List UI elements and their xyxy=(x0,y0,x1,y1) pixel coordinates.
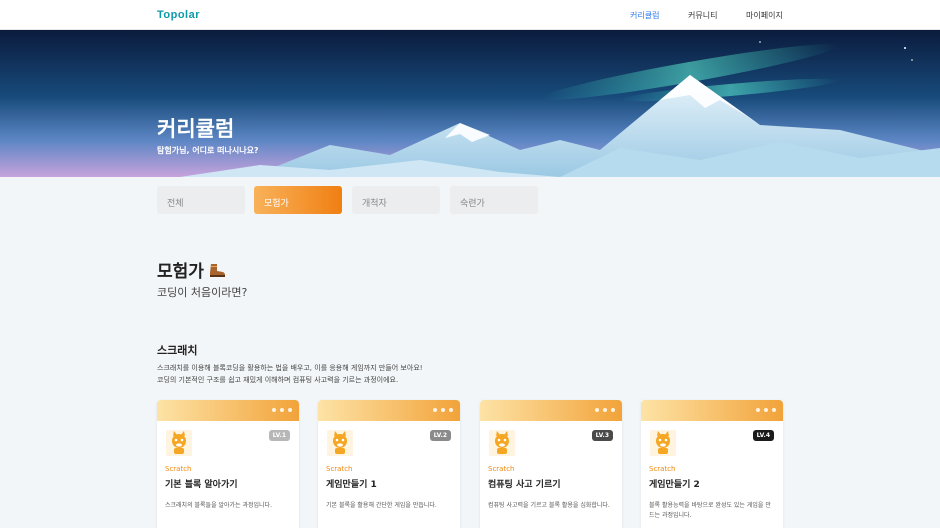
tab-pioneer[interactable]: 개척자 xyxy=(352,186,440,214)
nav-item-mypage[interactable]: 마이페이지 xyxy=(746,10,783,21)
course-desc-line-2: 코딩의 기본적인 구조를 쉽고 재밌게 이해하며 컴퓨팅 사고력을 기르는 과정… xyxy=(157,376,399,384)
card-header xyxy=(641,400,783,421)
tab-expert[interactable]: 숙련가 xyxy=(450,186,538,214)
card-category: Scratch xyxy=(165,465,192,473)
nav-item-community[interactable]: 커뮤니티 xyxy=(688,10,717,21)
dots-icon xyxy=(595,408,615,412)
logo[interactable]: Topolar xyxy=(157,9,200,21)
nav-item-curriculum[interactable]: 커리큘럼 xyxy=(630,10,659,21)
course-card-1[interactable]: LV.1 Scratch 기본 블록 알아가기 스크래치의 블록들을 알아가는 … xyxy=(157,400,299,528)
section-title-text: 모험가 xyxy=(157,262,204,282)
card-desc: 기본 블록을 활용해 간단한 게임을 만듭니다. xyxy=(326,502,437,509)
card-desc: 스크래치의 블록들을 알아가는 과정입니다. xyxy=(165,502,272,509)
level-badge: LV.2 xyxy=(429,430,451,441)
card-title: 게임만들기 2 xyxy=(649,480,700,490)
hero-mountain-illustration xyxy=(0,30,940,177)
section-subtitle: 코딩이 처음이라면? xyxy=(157,286,248,299)
scratch-cat-icon xyxy=(327,430,353,456)
card-desc: 컴퓨팅 사고력을 기르고 블록 활용을 심화합니다. xyxy=(488,502,610,509)
tab-all[interactable]: 전체 xyxy=(157,186,245,214)
tab-adventurer[interactable]: 모험가 xyxy=(254,186,342,214)
card-category: Scratch xyxy=(649,465,676,473)
level-badge: LV.3 xyxy=(591,430,613,441)
boot-icon xyxy=(208,263,226,283)
card-header xyxy=(157,400,299,421)
card-title: 컴퓨팅 사고 기르기 xyxy=(488,480,561,490)
hero-subtitle: 탐험가님, 어디로 떠나시나요? xyxy=(157,146,259,155)
course-title: 스크래치 xyxy=(157,344,198,357)
course-card-2[interactable]: LV.2 Scratch 게임만들기 1 기본 블록을 활용해 간단한 게임을 … xyxy=(318,400,460,528)
dots-icon xyxy=(272,408,292,412)
card-desc: 블록 활용능력을 바탕으로 완성도 있는 게임을 만드는 과정입니다. xyxy=(649,502,771,519)
course-desc-line-1: 스크래치를 이용해 블록코딩을 활용하는 법을 배우고, 이를 응용해 게임까지… xyxy=(157,364,423,372)
dots-icon xyxy=(756,408,776,412)
card-title: 기본 블록 알아가기 xyxy=(165,480,238,490)
level-badge: LV.1 xyxy=(268,430,290,441)
hero-banner: 커리큘럼 탐험가님, 어디로 떠나시나요? xyxy=(0,30,940,177)
section-title: 모험가 xyxy=(157,257,226,283)
level-badge: LV.4 xyxy=(752,430,774,441)
scratch-cat-icon xyxy=(166,430,192,456)
course-card-4[interactable]: LV.4 Scratch 게임만들기 2 블록 활용능력을 바탕으로 완성도 있… xyxy=(641,400,783,528)
card-header xyxy=(318,400,460,421)
card-category: Scratch xyxy=(488,465,515,473)
card-title: 게임만들기 1 xyxy=(326,480,377,490)
scratch-cat-icon xyxy=(489,430,515,456)
top-nav: Topolar 커리큘럼 커뮤니티 마이페이지 xyxy=(0,0,940,30)
page-title: 커리큘럼 xyxy=(157,117,235,141)
card-header xyxy=(480,400,622,421)
card-category: Scratch xyxy=(326,465,353,473)
scratch-cat-icon xyxy=(650,430,676,456)
dots-icon xyxy=(433,408,453,412)
course-card-3[interactable]: LV.3 Scratch 컴퓨팅 사고 기르기 컴퓨팅 사고력을 기르고 블록 … xyxy=(480,400,622,528)
